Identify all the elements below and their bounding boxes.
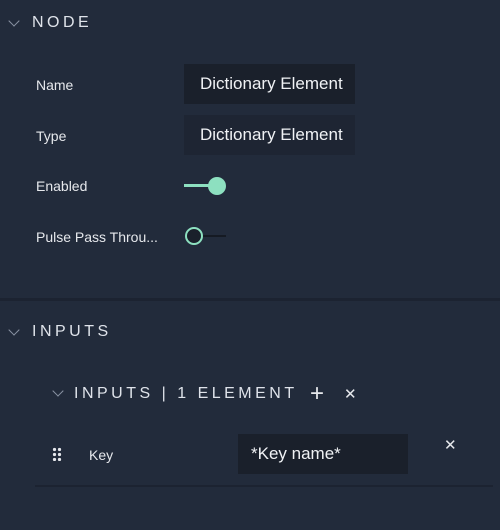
node-section-title: NODE (32, 14, 93, 31)
node-collapse-chevron-icon[interactable] (8, 15, 20, 27)
add-element-button[interactable]: + (310, 380, 324, 408)
pulse-pass-through-label: Pulse Pass Throu... (36, 229, 158, 245)
drag-handle-icon[interactable] (52, 447, 62, 461)
enabled-toggle[interactable] (184, 176, 228, 196)
key-label: Key (89, 447, 114, 463)
clear-elements-button[interactable]: ✕ (344, 385, 357, 403)
item-divider (35, 485, 493, 487)
section-divider (0, 298, 500, 301)
inputs-group-title: INPUTS | 1 ELEMENT (74, 385, 298, 402)
name-label: Name (36, 77, 74, 93)
type-input: Dictionary Element (184, 115, 355, 155)
pulse-pass-through-toggle[interactable] (184, 226, 228, 246)
remove-key-button[interactable]: ✕ (444, 436, 457, 454)
inputs-collapse-chevron-icon[interactable] (8, 324, 20, 336)
name-input[interactable]: Dictionary Element (184, 64, 355, 104)
inputs-section-title: INPUTS (32, 323, 112, 340)
enabled-label: Enabled (36, 178, 88, 194)
type-label: Type (36, 128, 67, 144)
inputs-group-chevron-icon[interactable] (52, 385, 64, 397)
key-input[interactable]: *Key name* (238, 434, 408, 474)
